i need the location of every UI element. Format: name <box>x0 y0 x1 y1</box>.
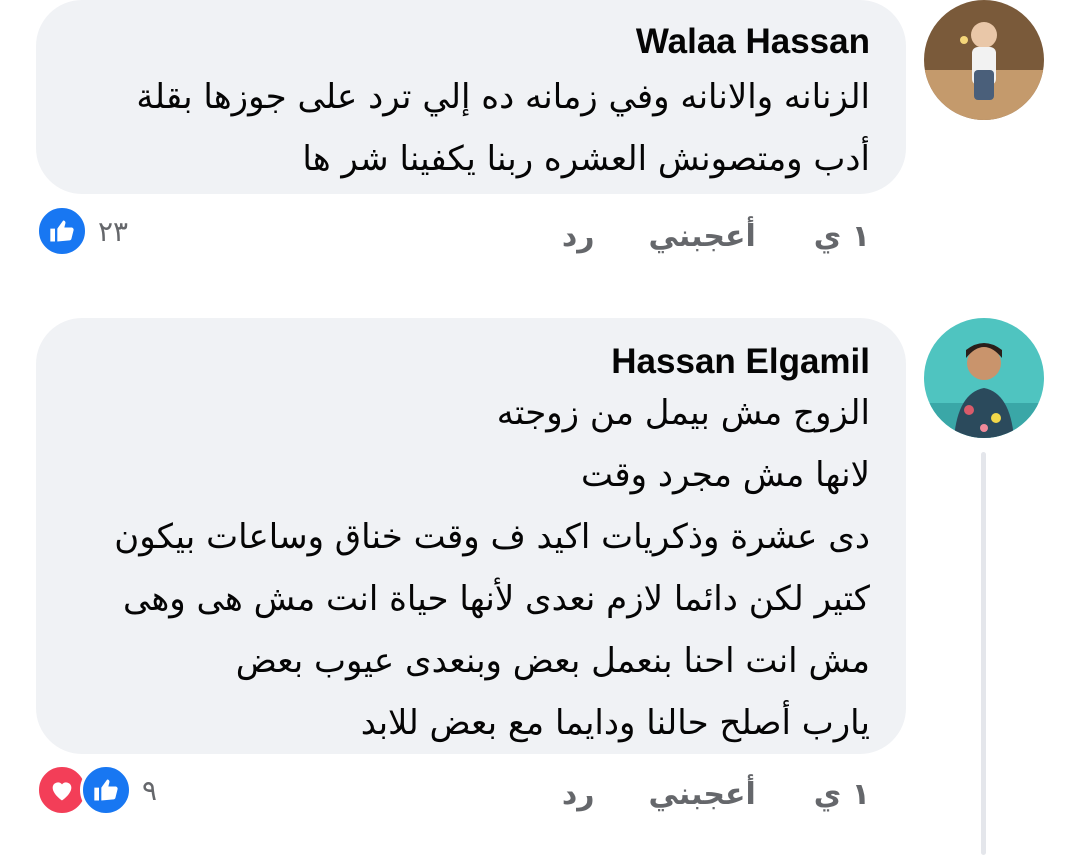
like-action-button[interactable]: أعجبني <box>648 777 755 812</box>
avatar-photo-child <box>924 0 1044 120</box>
reaction-count: ٢٣ <box>98 214 129 248</box>
reaction-summary[interactable]: ٢٣ <box>36 205 129 257</box>
comment-bubble: Hassan Elgamil الزوج مش بيمل من زوجته لا… <box>36 318 906 754</box>
reply-action-button[interactable]: رد <box>562 219 595 254</box>
comment-text-line: مش انت احنا بنعمل بعض وبنعدى عيوب بعض <box>235 641 870 681</box>
comment-text-line: أدب ومتصونش العشره ربنا يكفينا شر ها <box>302 139 870 179</box>
avatar-hassan-elgamil[interactable] <box>924 318 1044 438</box>
comment-author[interactable]: Walaa Hassan <box>86 22 870 62</box>
comment-bubble: Walaa Hassan الزنانه والانانه وفي زمانه … <box>36 0 906 194</box>
comment-actions: ١ ي أعجبني رد <box>562 216 870 256</box>
like-icon <box>80 764 132 816</box>
like-action-button[interactable]: أعجبني <box>648 219 755 254</box>
comment-text-line: الزنانه والانانه وفي زمانه ده إلي ترد عل… <box>136 77 870 117</box>
comment-text-line: لانها مش مجرد وقت <box>581 455 870 495</box>
comment-text-line: كتير لكن دائما لازم نعدى لأنها حياة انت … <box>123 579 870 619</box>
comment-text-line: دى عشرة وذكريات اكيد ف وقت خناق وساعات ب… <box>114 517 870 557</box>
comment-text-line: يارب أصلح حالنا ودايما مع بعض للابد <box>360 703 870 743</box>
reaction-summary[interactable]: ٩ <box>36 764 158 816</box>
comment-time[interactable]: ١ ي <box>814 219 870 254</box>
avatar-photo-man <box>924 318 1044 438</box>
reply-thread-line <box>981 452 986 855</box>
comment-text-line: الزوج مش بيمل من زوجته <box>496 393 870 433</box>
avatar-walaa-hassan[interactable] <box>924 0 1044 120</box>
comment-author[interactable]: Hassan Elgamil <box>86 342 870 382</box>
reply-action-button[interactable]: رد <box>562 777 595 812</box>
reaction-count: ٩ <box>142 773 158 807</box>
like-icon <box>36 205 88 257</box>
comment-actions: ١ ي أعجبني رد <box>562 774 870 814</box>
comment-time[interactable]: ١ ي <box>814 777 870 812</box>
